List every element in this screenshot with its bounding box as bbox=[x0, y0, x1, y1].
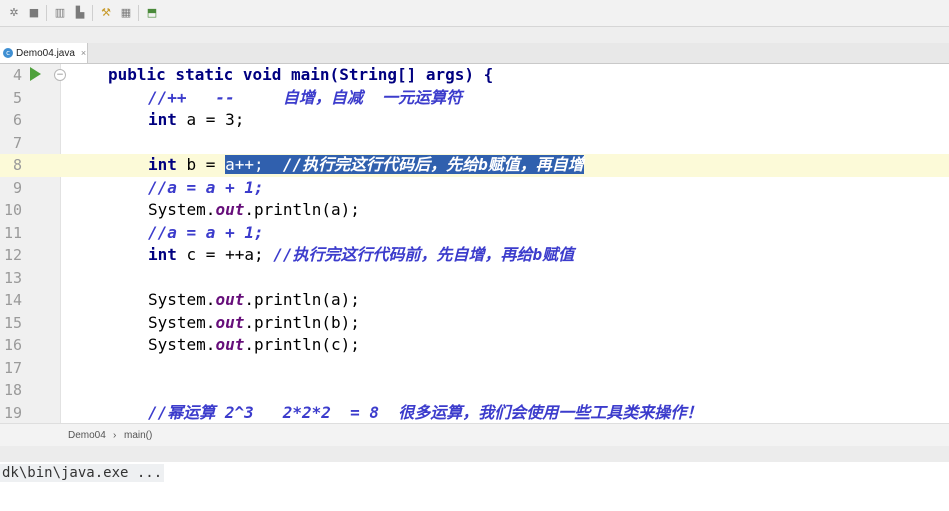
code-line[interactable]: 9 //a = a + 1; bbox=[0, 177, 949, 200]
line-number: 18 bbox=[3, 381, 22, 399]
code-text: int a = 3; bbox=[148, 109, 244, 132]
console-header bbox=[0, 446, 949, 462]
console-output: dk\bin\java.exe ... bbox=[0, 464, 165, 482]
structure-icon[interactable]: ▦ bbox=[118, 5, 134, 21]
run-icon[interactable] bbox=[30, 67, 41, 81]
line-number: 4 bbox=[12, 66, 22, 84]
code-post: .println(b); bbox=[244, 312, 360, 332]
code-pre: System. bbox=[148, 312, 216, 332]
line-number: 17 bbox=[3, 358, 22, 377]
fold-icon[interactable]: − bbox=[54, 69, 66, 81]
code-line[interactable]: 18 bbox=[0, 379, 949, 402]
field-out: out bbox=[215, 312, 245, 332]
toolbar-separator bbox=[92, 5, 93, 21]
code-text: int b = a++; //执行完这行代码后，先给b赋值，再自增 bbox=[148, 154, 584, 177]
code-text: public static void main(String[] args) { bbox=[108, 65, 494, 84]
line-number: 11 bbox=[3, 223, 22, 242]
breadcrumb: Demo04 › main() bbox=[0, 423, 949, 446]
profile-icon[interactable]: ▙ bbox=[72, 5, 88, 21]
line-number: 9 bbox=[12, 178, 22, 197]
code-rest: a = 3; bbox=[176, 110, 245, 129]
code-post: .println(a); bbox=[244, 200, 360, 219]
code-rest: c = ++a; bbox=[176, 245, 274, 264]
code-line[interactable]: 6 int a = 3; bbox=[0, 109, 949, 132]
comment-text: //幂运算 2^3 2*2*2 = 8 很多运算，我们会使用一些工具类来操作！ bbox=[148, 402, 703, 422]
code-editor[interactable]: 4 − public static void main(String[] arg… bbox=[0, 64, 949, 423]
line-number: 7 bbox=[12, 133, 22, 152]
keyword: int bbox=[148, 110, 177, 129]
line-number: 12 bbox=[3, 246, 22, 264]
selected-comment: //执行完这行代码后，先给b赋值，再自增 bbox=[282, 155, 584, 174]
keyword: int bbox=[148, 245, 177, 264]
navigation-bar bbox=[0, 27, 949, 43]
selected-code: a++; bbox=[225, 155, 283, 174]
code-pre: System. bbox=[148, 290, 216, 309]
code-post: .println(c); bbox=[244, 335, 360, 354]
code-pre: System. bbox=[148, 200, 216, 219]
line-number: 10 bbox=[3, 201, 22, 219]
comment-text: //++ -- 自增，自减 一元运算符 bbox=[148, 87, 463, 107]
line-number: 14 bbox=[3, 291, 22, 309]
code-text: System.out.println(a); bbox=[148, 199, 360, 222]
vcs-icon[interactable]: ⬒ bbox=[144, 5, 160, 21]
toolbar: ✲ ■ ▥ ▙ ⚒ ▦ ⬒ bbox=[0, 0, 949, 27]
code-text: System.out.println(b); bbox=[148, 312, 360, 335]
breadcrumb-class[interactable]: Demo04 bbox=[68, 430, 106, 441]
line-number: 6 bbox=[12, 111, 22, 129]
code-line[interactable]: 16 System.out.println(c); bbox=[0, 334, 949, 357]
field-out: out bbox=[215, 335, 245, 354]
code-rest: b = bbox=[176, 155, 226, 174]
line-number: 5 bbox=[12, 88, 22, 107]
run-console[interactable]: dk\bin\java.exe ... bbox=[0, 446, 949, 511]
line-number: 8 bbox=[12, 156, 22, 174]
code-line[interactable]: 4 − public static void main(String[] arg… bbox=[0, 64, 949, 87]
editor-tab-bar: c Demo04.java × bbox=[0, 43, 949, 64]
code-line[interactable]: 11 //a = a + 1; bbox=[0, 222, 949, 245]
code-text: System.out.println(a); bbox=[148, 289, 360, 312]
toolbar-separator bbox=[46, 5, 47, 21]
toolbar-separator bbox=[138, 5, 139, 21]
coverage-icon[interactable]: ▥ bbox=[52, 5, 68, 21]
code-line[interactable]: 10 System.out.println(a); bbox=[0, 199, 949, 222]
code-line-current[interactable]: 8 int b = a++; //执行完这行代码后，先给b赋值，再自增 bbox=[0, 154, 949, 177]
close-icon[interactable]: × bbox=[81, 48, 86, 58]
code-line[interactable]: 19 //幂运算 2^3 2*2*2 = 8 很多运算，我们会使用一些工具类来操… bbox=[0, 402, 949, 424]
line-number: 16 bbox=[3, 336, 22, 354]
stop-icon[interactable]: ■ bbox=[26, 5, 42, 21]
code-line[interactable]: 15 System.out.println(b); bbox=[0, 312, 949, 335]
field-out: out bbox=[215, 290, 245, 309]
comment-text: //a = a + 1; bbox=[148, 177, 264, 197]
tools-icon[interactable]: ⚒ bbox=[98, 5, 114, 21]
breadcrumb-method[interactable]: main() bbox=[124, 430, 152, 441]
line-number: 13 bbox=[3, 268, 22, 287]
code-line[interactable]: 5 //++ -- 自增，自减 一元运算符 bbox=[0, 87, 949, 110]
comment-text: //执行完这行代码前，先自增，再给b赋值 bbox=[273, 245, 575, 264]
line-number: 19 bbox=[3, 403, 22, 422]
code-line[interactable]: 12 int c = ++a; //执行完这行代码前，先自增，再给b赋值 bbox=[0, 244, 949, 267]
comment-text: //a = a + 1; bbox=[148, 222, 264, 242]
code-pre: System. bbox=[148, 335, 216, 354]
line-number: 15 bbox=[3, 313, 22, 332]
field-out: out bbox=[215, 200, 245, 219]
code-post: .println(a); bbox=[244, 290, 360, 309]
tab-label: Demo04.java bbox=[16, 47, 75, 59]
code-line[interactable]: 17 bbox=[0, 357, 949, 380]
bug-icon[interactable]: ✲ bbox=[6, 5, 22, 21]
breadcrumb-separator: › bbox=[113, 430, 117, 441]
keyword: int bbox=[148, 155, 177, 174]
java-class-icon: c bbox=[3, 48, 13, 58]
code-text: System.out.println(c); bbox=[148, 334, 360, 357]
code-line[interactable]: 13 bbox=[0, 267, 949, 290]
code-text: int c = ++a; //执行完这行代码前，先自增，再给b赋值 bbox=[148, 244, 574, 267]
tab-demo04-java[interactable]: c Demo04.java × bbox=[0, 43, 88, 63]
code-line[interactable]: 14 System.out.println(a); bbox=[0, 289, 949, 312]
code-line[interactable]: 7 bbox=[0, 132, 949, 155]
